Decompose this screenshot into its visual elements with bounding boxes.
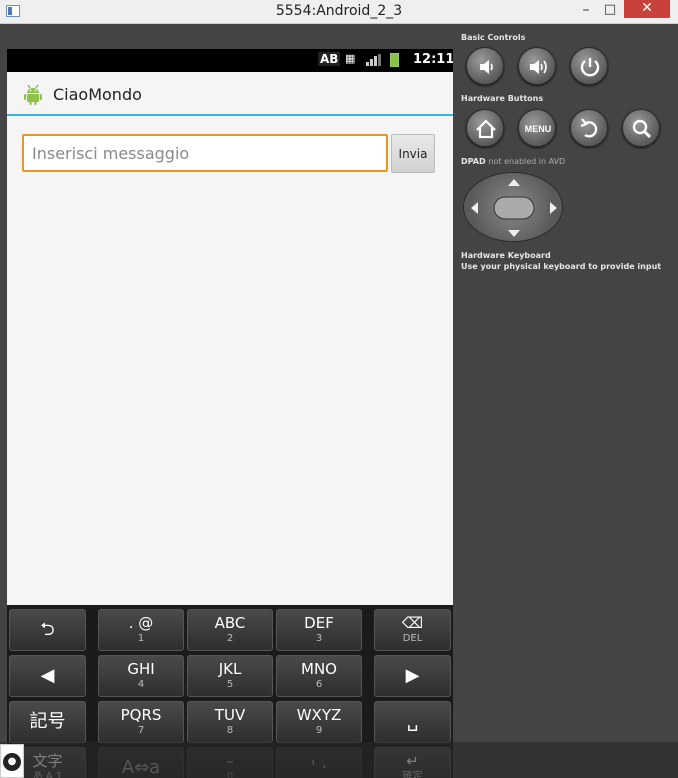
key-7-sublabel: 7 (137, 725, 145, 736)
key-5-label: JKL (218, 660, 242, 678)
key-left[interactable]: ◀ (9, 655, 86, 697)
input-method-indicator: AB (318, 52, 341, 66)
status-clock: 12:11 (413, 52, 453, 67)
app-title: CiaoMondo (53, 85, 142, 104)
emulator-frame: AB ▦ 12:11 CiaoMondo Inserisci messaggio… (0, 24, 678, 778)
android-emulator-icon: ● (3, 753, 21, 771)
power-icon[interactable] (570, 47, 608, 85)
key-right-label: ▶ (405, 665, 420, 686)
basic-controls-label: Basic Controls (461, 33, 526, 42)
key-5-sublabel: 5 (226, 679, 234, 690)
key-6[interactable]: MNO 6 (276, 655, 362, 697)
volume-up-icon[interactable] (518, 47, 556, 85)
key-3-sublabel: 3 (315, 633, 323, 644)
volume-down-icon[interactable] (466, 47, 504, 85)
device-screen[interactable]: AB ▦ 12:11 CiaoMondo Inserisci messaggio… (7, 49, 453, 778)
key-5[interactable]: JKL 5 (187, 655, 273, 697)
key-space-label: ␣ (406, 711, 419, 732)
key-9[interactable]: WXYZ 9 (276, 701, 362, 743)
status-bar: AB ▦ 12:11 (7, 49, 453, 72)
window-titlebar: 5554:Android_2_3 – □ ✕ (0, 0, 678, 24)
battery-icon (390, 53, 399, 67)
key-6-sublabel: 6 (315, 679, 323, 690)
key-4-label: GHI (127, 660, 155, 678)
send-button[interactable]: Invia (391, 134, 435, 173)
key-8[interactable]: TUV 8 (187, 701, 273, 743)
key-undo[interactable]: ⮌ (9, 609, 86, 651)
key-7[interactable]: PQRS 7 (98, 701, 184, 743)
key-1-sublabel: 1 (137, 633, 145, 644)
key-symbols[interactable]: 記号 (9, 701, 86, 743)
minimize-button[interactable]: – (576, 2, 596, 20)
key-2[interactable]: ABC 2 (187, 609, 273, 651)
dpad-title: DPAD (461, 157, 486, 166)
key-1[interactable]: . @1 (98, 609, 184, 651)
key-8-sublabel: 8 (226, 725, 234, 736)
hardware-keyboard-label: Hardware Keyboard (461, 251, 551, 260)
hardware-keyboard-note: Use your physical keyboard to provide in… (461, 262, 662, 271)
key-9-label: WXYZ (296, 706, 342, 724)
menu-icon[interactable]: MENU (518, 109, 556, 147)
emulator-controls: Basic Controls Hardware Buttons MENU DPA… (453, 24, 678, 778)
key-3-label: DEF (304, 614, 334, 632)
home-icon[interactable] (466, 109, 504, 147)
taskbar-app-button[interactable]: ● (0, 744, 24, 778)
key-6-label: MNO (301, 660, 337, 678)
key-symbols-label: 記号 (29, 711, 66, 732)
dpad-note: not enabled in AVD (488, 157, 566, 166)
dpad-label: DPAD not enabled in AVD (461, 157, 565, 166)
taskbar (0, 742, 678, 778)
key-4[interactable]: GHI 4 (98, 655, 184, 697)
dpad-arrows-icon (471, 179, 557, 237)
key-2-label: ABC (214, 614, 246, 632)
key-del[interactable]: ⌫ DEL (374, 609, 451, 651)
sim-icon: ▦ (345, 52, 356, 65)
maximize-button[interactable]: □ (600, 2, 620, 20)
key-7-label: PQRS (120, 706, 162, 724)
key-8-label: TUV (214, 706, 246, 724)
key-undo-label: ⮌ (40, 619, 55, 640)
key-4-sublabel: 4 (137, 679, 145, 690)
key-del-sublabel: DEL (402, 633, 423, 644)
key-space[interactable]: ␣ (374, 701, 451, 743)
menu-button-label: MENU (525, 124, 552, 134)
message-input[interactable] (22, 134, 388, 172)
key-del-label: ⌫ (401, 614, 424, 632)
hardware-buttons-label: Hardware Buttons (461, 94, 544, 103)
key-left-label: ◀ (40, 665, 55, 686)
key-1-label: . @ (128, 614, 154, 632)
dpad[interactable] (463, 172, 563, 242)
key-right[interactable]: ▶ (374, 655, 451, 697)
action-bar: CiaoMondo (7, 72, 453, 116)
key-2-sublabel: 2 (226, 633, 234, 644)
search-icon[interactable] (622, 109, 660, 147)
android-icon (24, 84, 42, 105)
signal-icon (366, 54, 381, 66)
close-button[interactable]: ✕ (624, 0, 670, 18)
key-3[interactable]: DEF 3 (276, 609, 362, 651)
back-icon[interactable] (570, 109, 608, 147)
key-9-sublabel: 9 (315, 725, 323, 736)
